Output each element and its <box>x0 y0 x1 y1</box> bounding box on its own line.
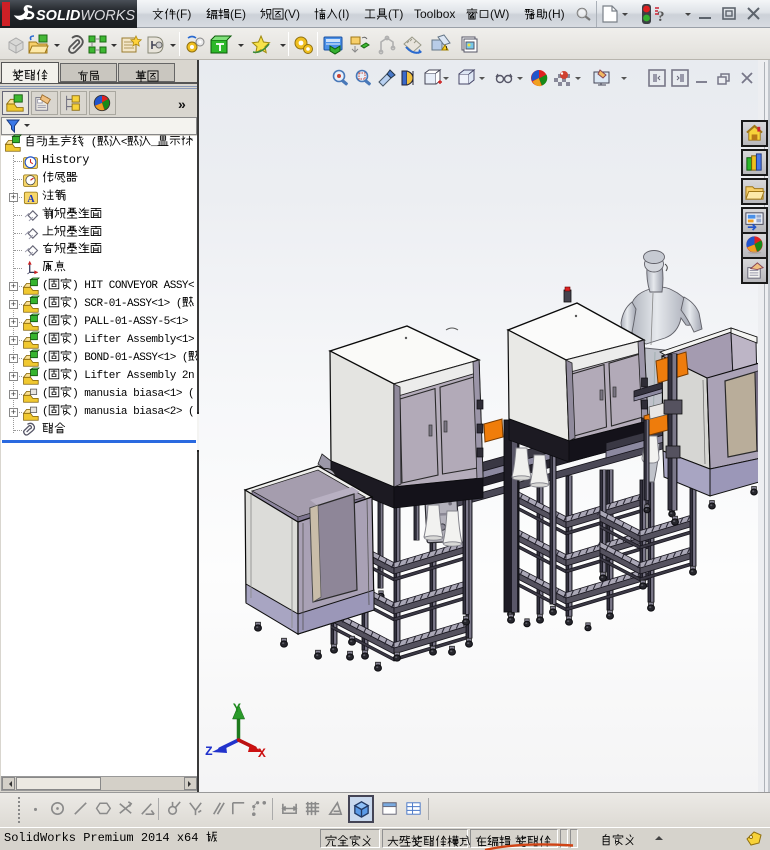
svg-text:SOLIDWORKS: SOLIDWORKS <box>36 8 135 24</box>
svg-text:A: A <box>27 194 35 205</box>
svg-text:?: ? <box>657 9 665 25</box>
svg-text:Z: Z <box>205 744 213 759</box>
svg-text:X: X <box>258 746 266 761</box>
svg-text:Y: Y <box>233 701 241 716</box>
